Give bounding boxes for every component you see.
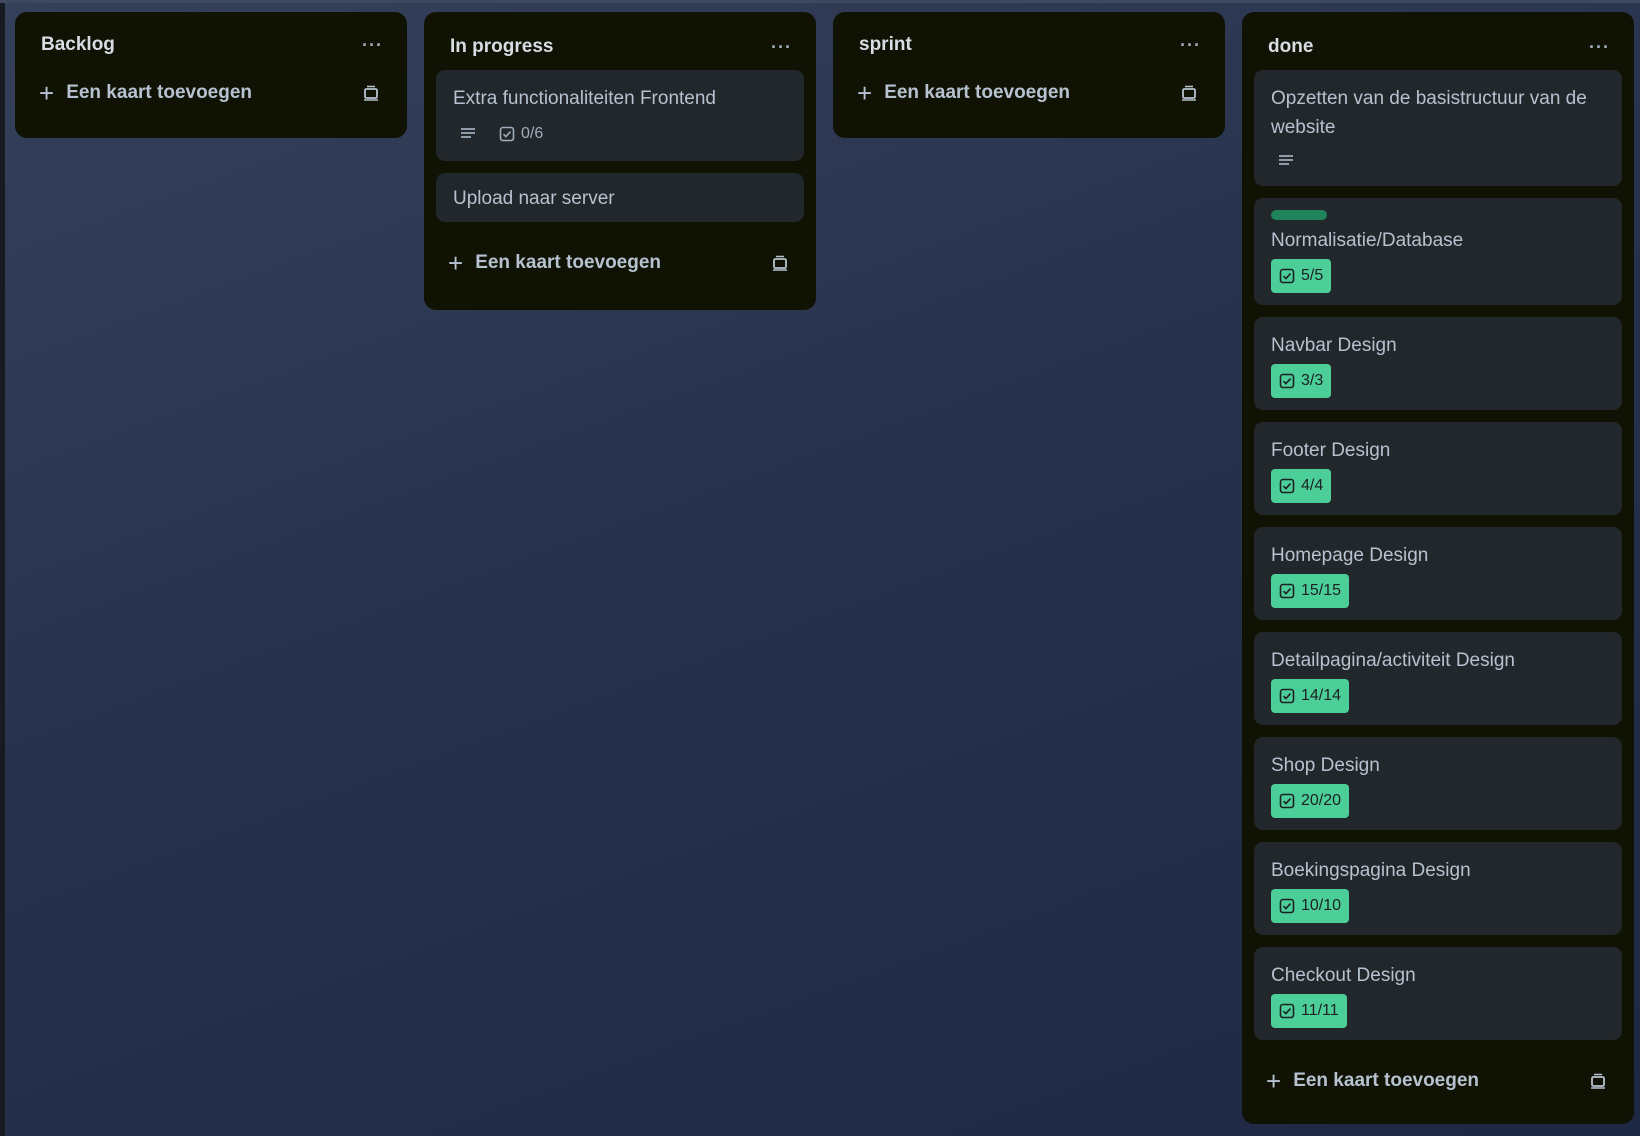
plus-icon: + — [857, 78, 873, 108]
card-template-icon[interactable] — [1588, 1071, 1608, 1091]
checklist-badge: 20/20 — [1271, 784, 1350, 818]
checklist-icon — [1279, 688, 1295, 704]
description-icon — [459, 126, 477, 142]
plus-icon: + — [448, 248, 464, 278]
card-title: Shop Design — [1271, 755, 1380, 776]
list-in-progress: In progress ··· Extra functionaliteiten … — [424, 12, 816, 310]
add-card-button[interactable]: + Een kaart toevoegen — [27, 64, 395, 122]
card-badges: 5/5 — [1271, 259, 1606, 293]
checklist-badge: 15/15 — [1271, 574, 1350, 608]
list-title[interactable]: Backlog — [41, 34, 115, 56]
card[interactable]: Homepage Design 15/15 — [1254, 527, 1622, 620]
card-title: Opzetten van de basistructuur van de web… — [1271, 88, 1587, 138]
checklist-badge: 3/3 — [1271, 364, 1332, 398]
checklist-icon — [1279, 898, 1295, 914]
card-badges: 20/20 — [1271, 784, 1606, 818]
list-menu-button[interactable]: ··· — [1180, 35, 1201, 56]
card-title: Boekingspagina Design — [1271, 860, 1471, 881]
card-title: Navbar Design — [1271, 335, 1397, 356]
plus-icon: + — [1266, 1066, 1282, 1096]
checklist-count: 11/11 — [1301, 1002, 1339, 1019]
card-title: Detailpagina/activiteit Design — [1271, 650, 1515, 671]
card-title: Checkout Design — [1271, 965, 1416, 986]
list-backlog: Backlog ··· + Een kaart toevoegen — [15, 12, 407, 138]
list-sprint: sprint ··· + Een kaart toevoegen — [833, 12, 1225, 138]
list-menu-button[interactable]: ··· — [362, 35, 383, 56]
list-title[interactable]: done — [1268, 36, 1313, 58]
plus-icon: + — [39, 78, 55, 108]
add-card-label: Een kaart toevoegen — [884, 82, 1071, 103]
card[interactable]: Opzetten van de basistructuur van de web… — [1254, 70, 1622, 186]
checklist-count: 3/3 — [1301, 372, 1324, 389]
card-badges: 11/11 — [1271, 994, 1606, 1028]
card[interactable]: Navbar Design 3/3 — [1254, 317, 1622, 410]
card[interactable]: Checkout Design 11/11 — [1254, 947, 1622, 1040]
checklist-count: 14/14 — [1301, 687, 1342, 704]
checklist-icon — [1279, 1003, 1295, 1019]
checklist-count: 4/4 — [1301, 477, 1324, 494]
card[interactable]: Boekingspagina Design 10/10 — [1254, 842, 1622, 935]
card[interactable]: Detailpagina/activiteit Design 14/14 — [1254, 632, 1622, 725]
checklist-count: 20/20 — [1301, 792, 1342, 809]
checklist-badge: 10/10 — [1271, 889, 1350, 923]
checklist-icon — [499, 126, 515, 142]
checklist-badge: 14/14 — [1271, 679, 1350, 713]
add-card-button[interactable]: + Een kaart toevoegen — [436, 234, 804, 292]
checklist-badge: 5/5 — [1271, 259, 1332, 293]
list-title[interactable]: sprint — [859, 34, 912, 56]
card[interactable]: Extra functionaliteiten Frontend 0/6 — [436, 70, 804, 161]
add-card-button[interactable]: + Een kaart toevoegen — [1254, 1052, 1622, 1110]
card-badges: 14/14 — [1271, 679, 1606, 713]
list-menu-button[interactable]: ··· — [1589, 37, 1610, 58]
card-template-icon[interactable] — [1179, 83, 1199, 103]
card[interactable]: Shop Design 20/20 — [1254, 737, 1622, 830]
checklist-count: 5/5 — [1301, 267, 1324, 284]
checklist-count: 0/6 — [521, 125, 544, 142]
checklist-icon — [1279, 373, 1295, 389]
add-card-label: Een kaart toevoegen — [475, 252, 662, 273]
checklist-count: 10/10 — [1301, 897, 1342, 914]
checklist-count: 15/15 — [1301, 582, 1342, 599]
checklist-icon — [1279, 583, 1295, 599]
window-edge — [0, 0, 5, 1136]
card[interactable]: Footer Design 4/4 — [1254, 422, 1622, 515]
checklist-badge: 11/11 — [1271, 994, 1347, 1028]
checklist-badge: 0/6 — [493, 117, 549, 151]
card-badges — [1271, 144, 1606, 178]
checklist-icon — [1279, 268, 1295, 284]
add-card-label: Een kaart toevoegen — [66, 82, 253, 103]
card[interactable]: Normalisatie/Database 5/5 — [1254, 198, 1622, 305]
add-card-button[interactable]: + Een kaart toevoegen — [845, 64, 1213, 122]
card-badges: 3/3 — [1271, 364, 1606, 398]
card-title: Normalisatie/Database — [1271, 230, 1464, 251]
card-label[interactable] — [1271, 210, 1327, 220]
card-badges: 4/4 — [1271, 469, 1606, 503]
card-title: Homepage Design — [1271, 545, 1429, 566]
description-badge — [453, 117, 483, 151]
checklist-icon — [1279, 478, 1295, 494]
list-menu-button[interactable]: ··· — [771, 37, 792, 58]
card-badges: 0/6 — [453, 117, 788, 151]
card-template-icon[interactable] — [770, 253, 790, 273]
checklist-badge: 4/4 — [1271, 469, 1332, 503]
card-title: Extra functionaliteiten Frontend — [453, 88, 716, 109]
checklist-icon — [1279, 793, 1295, 809]
description-icon — [1277, 153, 1295, 169]
description-badge — [1271, 144, 1301, 178]
list-title[interactable]: In progress — [450, 36, 553, 58]
card-template-icon[interactable] — [361, 83, 381, 103]
list-done: done ··· Opzetten van de basistructuur v… — [1242, 12, 1634, 1124]
card-badges: 15/15 — [1271, 574, 1606, 608]
card-title: Footer Design — [1271, 440, 1391, 461]
card[interactable]: Upload naar server — [436, 173, 804, 222]
add-card-label: Een kaart toevoegen — [1293, 1070, 1480, 1091]
top-edge — [0, 0, 1640, 3]
card-title: Upload naar server — [453, 188, 615, 209]
card-badges: 10/10 — [1271, 889, 1606, 923]
